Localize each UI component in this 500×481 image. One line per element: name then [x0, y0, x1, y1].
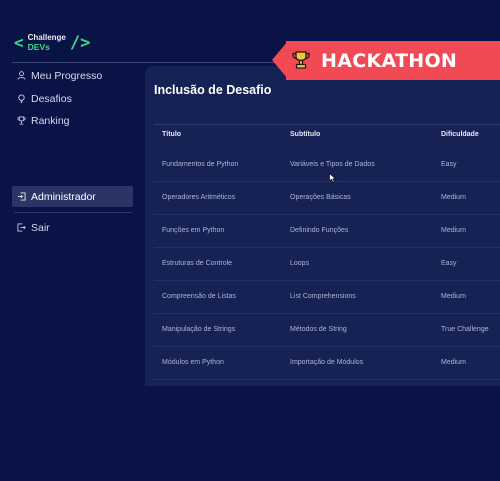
cell-subtitulo: Métodos de String	[290, 326, 347, 333]
login-icon	[17, 192, 26, 201]
bracket-right-icon: />	[69, 33, 91, 53]
brand-line2: DEVs	[27, 41, 50, 52]
table-row[interactable]: Manipulação de Strings Métodos de String…	[154, 314, 500, 347]
sidebar-item-label: Sair	[31, 221, 50, 234]
table-row[interactable]: Compreensão de Listas List Comprehension…	[154, 281, 500, 314]
column-header-titulo: Título	[162, 131, 182, 138]
cell-titulo: Operadores Aritméticos	[162, 194, 236, 201]
sidebar-item-ranking[interactable]: Ranking	[12, 110, 133, 131]
cell-subtitulo: Operações Básicas	[290, 194, 351, 201]
user-icon	[17, 71, 26, 80]
table-row[interactable]: Operadores Aritméticos Operações Básicas…	[154, 182, 500, 215]
bracket-left-icon: <	[14, 33, 24, 52]
column-header-subtitulo: Subtítulo	[290, 131, 321, 138]
cell-titulo: Funções em Python	[162, 227, 225, 234]
trophy-icon	[17, 116, 26, 125]
sidebar-item-label: Administrador	[31, 190, 96, 203]
sidebar-divider	[14, 212, 132, 213]
cell-dificuldade: Easy	[441, 161, 457, 168]
cell-titulo: Módulos em Python	[162, 359, 224, 366]
lightbulb-icon	[17, 94, 26, 103]
cell-subtitulo: Importação de Módulos	[290, 359, 364, 366]
header-divider	[12, 62, 282, 63]
sidebar-item-label: Desafios	[31, 92, 72, 105]
table-row[interactable]: Estruturas de Controle Loops Easy	[154, 248, 500, 281]
cell-titulo: Fundamentos de Python	[162, 161, 239, 168]
brand-logo[interactable]: < Challenge DEVs />	[14, 33, 90, 53]
hackathon-label: HACKATHON	[321, 50, 458, 72]
logout-icon	[17, 223, 26, 232]
cell-dificuldade: Medium	[441, 194, 466, 201]
table-header-divider	[154, 124, 500, 125]
brand-text: Challenge DEVs	[27, 33, 66, 52]
cell-dificuldade: Easy	[441, 260, 457, 267]
page-title: Inclusão de Desafio	[154, 83, 272, 97]
table-row[interactable]: Módulos em Python Importação de Módulos …	[154, 347, 500, 380]
cell-dificuldade: Medium	[441, 227, 466, 234]
mouse-cursor-icon	[329, 170, 337, 183]
sidebar-item-sair[interactable]: Sair	[12, 217, 133, 238]
table-row[interactable]: Fundamentos de Python Variáveis e Tipos …	[154, 149, 500, 182]
sidebar-item-meu-progresso[interactable]: Meu Progresso	[12, 65, 133, 86]
sidebar-item-administrador[interactable]: Administrador	[12, 186, 133, 207]
cell-titulo: Estruturas de Controle	[162, 260, 233, 267]
cell-subtitulo: List Comprehensions	[290, 293, 356, 300]
table-row[interactable]: Funções em Python Definindo Funções Medi…	[154, 215, 500, 248]
sidebar-item-label: Ranking	[31, 114, 70, 127]
hackathon-badge[interactable]: HACKATHON	[272, 41, 500, 80]
challenge-panel: Inclusão de Desafio Título Subtítulo Dif…	[145, 66, 500, 386]
sidebar-item-label: Meu Progresso	[31, 69, 103, 82]
cell-subtitulo: Definindo Funções	[290, 227, 349, 234]
cell-titulo: Compreensão de Listas	[162, 293, 236, 300]
cell-titulo: Manipulação de Strings	[162, 326, 236, 333]
cell-subtitulo: Loops	[290, 260, 310, 267]
cell-subtitulo: Variáveis e Tipos de Dados	[290, 161, 375, 168]
cell-dificuldade: Medium	[441, 359, 466, 366]
cell-dificuldade: Medium	[441, 293, 466, 300]
column-header-dificuldade: Dificuldade	[441, 131, 479, 138]
trophy-icon	[290, 49, 312, 71]
cell-dificuldade: True Challenge	[441, 326, 489, 333]
sidebar-item-desafios[interactable]: Desafios	[12, 88, 133, 109]
